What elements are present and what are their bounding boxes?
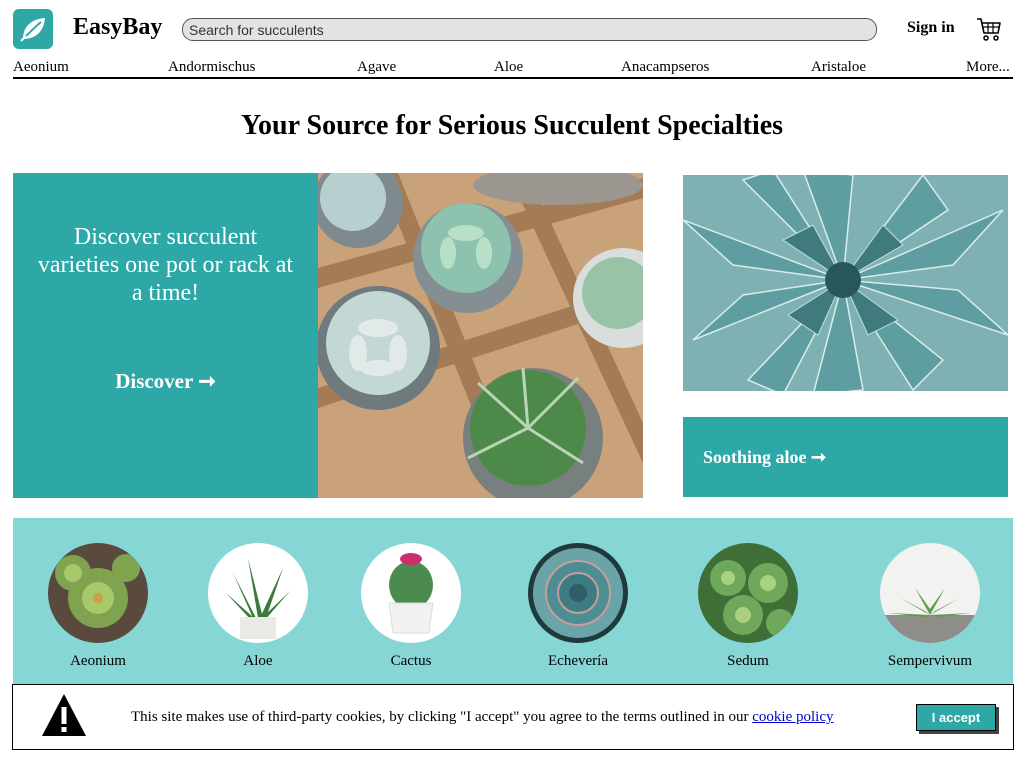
category-label: Echevería [548,653,608,669]
aloe-promo: Soothing aloe ➞ [683,417,1008,497]
nav-item-more[interactable]: More... [966,59,1010,76]
brand-name[interactable]: EasyBay [73,14,162,41]
aloe-image [208,543,308,643]
nav-item-aeonium[interactable]: Aeonium [13,59,69,76]
nav-item-andormischus[interactable]: Andormischus [168,59,256,76]
warning-icon [42,694,86,736]
category-echeveria[interactable]: Echevería [508,543,648,670]
category-sedum[interactable]: Sedum [678,543,818,670]
sempervivum-image [880,543,980,643]
sedum-image [698,543,798,643]
echeveria-image [528,543,628,643]
search-input[interactable] [182,18,877,41]
category-cactus[interactable]: Cactus [341,543,481,670]
category-sempervivum[interactable]: Sempervivum [860,543,1000,670]
sign-in-link[interactable]: Sign in [907,19,955,37]
cart-icon[interactable] [976,16,1002,42]
logo[interactable] [13,9,53,49]
aeonium-image [48,543,148,643]
cookie-banner: This site makes use of third-party cooki… [12,684,1014,750]
nav-item-aloe[interactable]: Aloe [494,59,523,76]
hero-panel: Discover succulent varieties one pot or … [13,173,318,498]
hero-text: Discover succulent varieties one pot or … [37,224,294,306]
cookie-message: This site makes use of third-party cooki… [131,709,833,726]
nav-item-aristaloe[interactable]: Aristaloe [811,59,866,76]
category-label: Sempervivum [887,653,973,669]
nav-item-anacampseros[interactable]: Anacampseros [621,59,709,76]
category-aeonium[interactable]: Aeonium [28,543,168,670]
nav-item-agave[interactable]: Agave [357,59,396,76]
hero-image [318,173,643,498]
category-band: Aeonium Aloe Cactus Echevería Sedum Semp… [13,518,1013,688]
category-aloe[interactable]: Aloe [188,543,328,670]
leaf-icon [20,18,45,42]
discover-link[interactable]: Discover ➞ [13,369,318,394]
category-nav: Aeonium Andormischus Agave Aloe Anacamps… [13,59,1013,79]
cookie-text: This site makes use of third-party cooki… [131,709,753,725]
accept-cookies-button[interactable]: I accept [916,704,996,731]
site-header: EasyBay Sign in [0,0,1024,60]
category-label: Sedum [727,653,769,669]
category-label: Cactus [390,653,432,669]
category-label: Aeonium [70,653,126,669]
agave-image [683,175,1008,391]
cactus-image [361,543,461,643]
cookie-policy-link[interactable]: cookie policy [752,709,833,725]
page-title: Your Source for Serious Succulent Specia… [240,110,784,141]
soothing-aloe-link[interactable]: Soothing aloe ➞ [703,447,826,468]
category-label: Aloe [243,653,273,669]
